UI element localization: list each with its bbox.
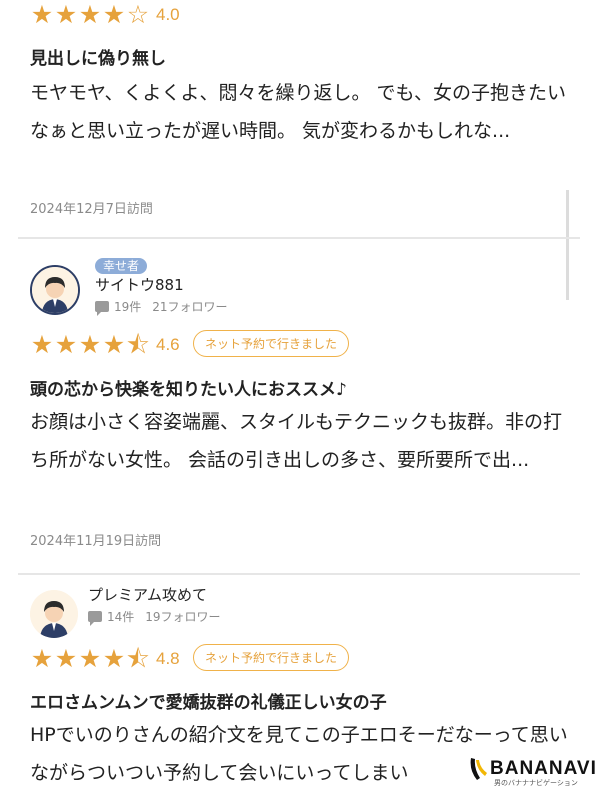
logo-tagline: 男のバナナナビゲーション [494, 779, 578, 787]
star-rating: ★ ★ ★ ★ ⯪ 4.6 [30, 332, 180, 357]
net-reservation-badge: ネット予約で行きました [193, 644, 350, 671]
rating-value: 4.8 [156, 648, 180, 668]
review-count: 14件 [107, 610, 135, 624]
star-half-icon: ⯪ [126, 330, 150, 359]
review-card: 幸せ者 サイトウ881 19件 21フォロワー ★ ★ ★ ★ ⯪ 4.6 ネッ… [0, 240, 600, 570]
star-filled-icon: ★ [54, 644, 78, 673]
rating-value: 4.0 [156, 4, 180, 24]
net-reservation-badge: ネット予約で行きました [193, 330, 350, 357]
star-half-icon: ⯪ [126, 644, 150, 673]
comment-icon [88, 611, 102, 626]
rating-value: 4.6 [156, 334, 180, 354]
visit-date: 2024年12月7日訪問 [30, 202, 153, 217]
review-card: ★ ★ ★ ★ ☆ 4.0 見出しに偽り無し モヤモヤ、くよくよ、悶々を繰り返し… [0, 0, 600, 232]
review-count: 19件 [114, 300, 142, 314]
follower-count: 21フォロワー [152, 300, 228, 314]
star-filled-icon: ★ [54, 330, 78, 359]
star-filled-icon: ★ [30, 644, 54, 673]
divider [18, 237, 580, 239]
review-body[interactable]: お顔は小さく容姿端麗、スタイルもテクニックも抜群。非の打ち所がない女性。 会話の… [30, 403, 578, 479]
comment-icon [95, 301, 109, 316]
star-empty-icon: ☆ [126, 0, 150, 29]
logo-name: BANANAVI [490, 758, 597, 779]
user-meta: 14件 19フォロワー [88, 608, 221, 626]
review-title[interactable]: 頭の芯から快楽を知りたい人におススメ♪ [30, 375, 347, 400]
avatar[interactable] [30, 265, 80, 315]
follower-count: 19フォロワー [145, 610, 221, 624]
review-body[interactable]: モヤモヤ、くよくよ、悶々を繰り返し。 でも、女の子抱きたいなぁと思い立ったが遅い… [30, 74, 578, 150]
star-filled-icon: ★ [30, 0, 54, 29]
star-filled-icon: ★ [102, 0, 126, 29]
star-filled-icon: ★ [54, 0, 78, 29]
bananavi-logo: BANANAVI 男のバナナナビゲーション [468, 756, 597, 787]
star-filled-icon: ★ [30, 330, 54, 359]
username[interactable]: プレミアム攻めて [88, 584, 207, 605]
star-filled-icon: ★ [102, 644, 126, 673]
star-filled-icon: ★ [78, 644, 102, 673]
review-title[interactable]: 見出しに偽り無し [30, 44, 166, 69]
banana-icon [468, 756, 490, 782]
avatar-image [32, 267, 78, 313]
user-meta: 19件 21フォロワー [95, 298, 228, 316]
star-filled-icon: ★ [78, 0, 102, 29]
avatar-image [30, 590, 78, 638]
user-role-tag: 幸せ者 [95, 258, 148, 274]
avatar[interactable] [30, 590, 78, 638]
divider [18, 573, 580, 575]
star-filled-icon: ★ [102, 330, 126, 359]
star-filled-icon: ★ [78, 330, 102, 359]
username[interactable]: サイトウ881 [95, 274, 184, 295]
star-rating: ★ ★ ★ ★ ☆ 4.0 [30, 2, 180, 27]
star-rating: ★ ★ ★ ★ ⯪ 4.8 [30, 646, 180, 671]
review-title[interactable]: エロさムンムンで愛嬌抜群の礼儀正しい女の子 [30, 688, 387, 713]
visit-date: 2024年11月19日訪問 [30, 534, 162, 549]
